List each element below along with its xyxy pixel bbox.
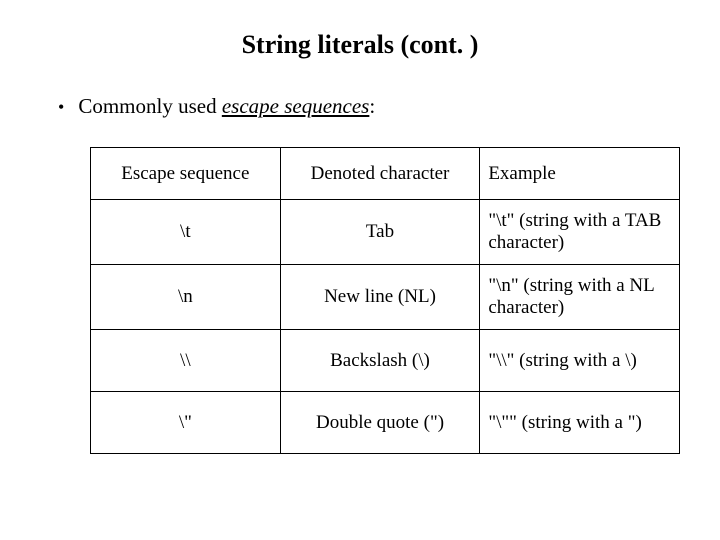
cell-example: "\\" (string with a \) <box>480 330 680 392</box>
bullet-emphasis: escape sequences <box>222 94 370 118</box>
cell-escape: \" <box>91 392 281 454</box>
bullet-suffix: : <box>369 94 375 118</box>
cell-denoted: New line (NL) <box>280 265 480 330</box>
table-row: \" Double quote (") "\"" (string with a … <box>91 392 680 454</box>
table-row: \n New line (NL) "\n" (string with a NL … <box>91 265 680 330</box>
header-denoted: Denoted character <box>280 148 480 200</box>
cell-escape: \n <box>91 265 281 330</box>
escape-sequence-table: Escape sequence Denoted character Exampl… <box>90 147 680 454</box>
cell-escape: \\ <box>91 330 281 392</box>
table-row: \t Tab "\t" (string with a TAB character… <box>91 200 680 265</box>
cell-example: "\t" (string with a TAB character) <box>480 200 680 265</box>
page-title: String literals (cont. ) <box>50 30 670 60</box>
bullet-item: • Commonly used escape sequences: <box>50 94 670 119</box>
cell-example: "\n" (string with a NL character) <box>480 265 680 330</box>
bullet-icon: • <box>58 97 64 118</box>
cell-example: "\"" (string with a ") <box>480 392 680 454</box>
cell-denoted: Tab <box>280 200 480 265</box>
cell-denoted: Backslash (\) <box>280 330 480 392</box>
table-row: \\ Backslash (\) "\\" (string with a \) <box>91 330 680 392</box>
table-header-row: Escape sequence Denoted character Exampl… <box>91 148 680 200</box>
bullet-prefix: Commonly used <box>78 94 222 118</box>
cell-escape: \t <box>91 200 281 265</box>
header-example: Example <box>480 148 680 200</box>
header-escape: Escape sequence <box>91 148 281 200</box>
bullet-text: Commonly used escape sequences: <box>78 94 375 119</box>
cell-denoted: Double quote (") <box>280 392 480 454</box>
